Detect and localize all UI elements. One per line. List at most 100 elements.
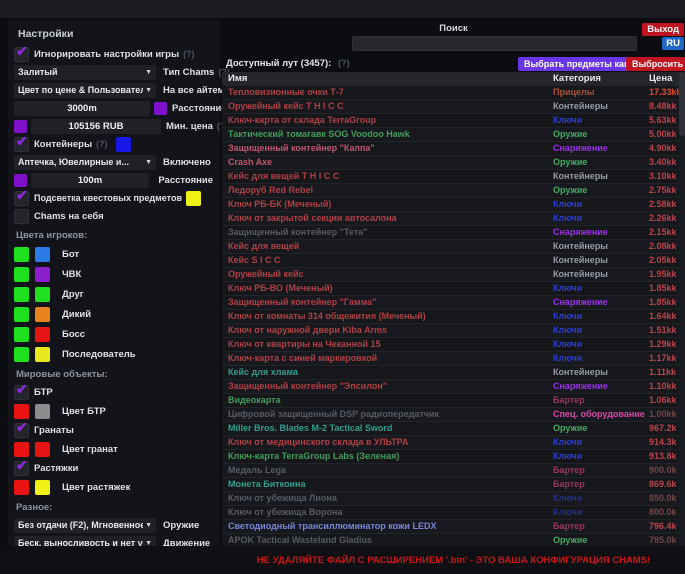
table-row[interactable]: Цифровой защищенный DSP радиопередатчик … [222, 408, 679, 422]
column-category[interactable]: Категория [553, 72, 649, 85]
tripwires-row: ✔ Растяжки [14, 461, 215, 475]
table-row[interactable]: Защищенный контейнер "Эпсилон" Снаряжени… [222, 380, 679, 394]
color-mode-dropdown[interactable]: Цвет по цене & Пользователь ▼ [14, 83, 156, 98]
table-row[interactable]: Ключ-карта TerraGroup Labs (Зеленая) Клю… [222, 450, 679, 464]
grenade-color-swatch-2[interactable] [35, 442, 50, 457]
item-category: Ключи [553, 324, 649, 337]
item-category: Снаряжение [553, 296, 649, 309]
quest-highlight-checkbox[interactable]: ✔ [14, 191, 29, 206]
table-row[interactable]: Медаль Lega Бартер 900.0k [222, 464, 679, 478]
table-row[interactable]: Ключ от убежища Ворона Ключи 800.0k [222, 506, 679, 520]
table-row[interactable]: Кейс для хлама Контейнеры 1.11kk [222, 366, 679, 380]
distance-label: Расстояние [172, 103, 227, 114]
help-hint[interactable]: (?) [96, 139, 108, 149]
table-row[interactable]: Защищенный контейнер "Тета" Снаряжение 2… [222, 226, 679, 240]
scrollbar-thumb[interactable] [679, 72, 685, 136]
table-row[interactable]: Crash Axe Оружие 3.40kk [222, 156, 679, 170]
table-row[interactable]: Монета Биткоина Бартер 869.6k [222, 478, 679, 492]
table-row[interactable]: Ледоруб Red Rebel Оружие 2.75kk [222, 184, 679, 198]
chams-type-dropdown[interactable]: Залитый ▼ [14, 65, 156, 80]
table-row[interactable]: Ключ от квартиры на Чеканной 15 Ключи 1.… [222, 338, 679, 352]
grenades-row: ✔ Гранаты [14, 423, 215, 437]
visible-color-swatch[interactable] [14, 247, 29, 262]
min-price-row: 105156 RUB Мин. цена (?) [14, 119, 215, 133]
loot-title: Доступный лут (3457): [226, 58, 331, 69]
item-category: Ключи [553, 282, 649, 295]
table-row[interactable]: Ключ от закрытой секции автосалона Ключи… [222, 212, 679, 226]
player-color-row: Последователь [14, 346, 215, 362]
grenade-color-swatch-1[interactable] [14, 442, 29, 457]
check-icon: ✔ [16, 384, 28, 394]
chams-self-row: ✔ Chams на себя [14, 209, 215, 223]
table-row[interactable]: Тактический томагавк SOG Voodoo Hawk Ору… [222, 128, 679, 142]
containers-checkbox[interactable]: ✔ [14, 137, 29, 152]
table-row[interactable]: Ключ от убежища Лиона Ключи 850.0k [222, 492, 679, 506]
container-distance-color-swatch[interactable] [14, 174, 27, 187]
drop-all-button[interactable]: Выбросить все [626, 57, 685, 71]
table-row[interactable]: Оружейный кейс Контейнеры 1.95kk [222, 268, 679, 282]
table-row[interactable]: Ключ РБ-БК (Меченый) Ключи 2.58kk [222, 198, 679, 212]
visible-color-swatch[interactable] [14, 267, 29, 282]
help-hint[interactable]: (?) [338, 58, 350, 68]
table-row[interactable]: Защищенный контейнер "Каппа" Снаряжение … [222, 142, 679, 156]
table-row[interactable]: Видеокарта Бартер 1.06kk [222, 394, 679, 408]
table-row[interactable]: Ключ от комнаты 314 общежития (Меченый) … [222, 310, 679, 324]
scrollbar[interactable] [679, 72, 685, 546]
table-row[interactable]: Ключ-карта с синей маркировкой Ключи 1.1… [222, 352, 679, 366]
table-row[interactable]: Ключ РБ-ВО (Меченый) Ключи 1.85kk [222, 282, 679, 296]
tripwire-color-swatch-1[interactable] [14, 480, 29, 495]
quest-color-swatch[interactable] [186, 191, 201, 206]
containers-color-swatch[interactable] [116, 137, 131, 152]
weapon-misc-dropdown[interactable]: Без отдачи (F2), Мгновенное п ▼ [14, 518, 156, 533]
chams-self-checkbox[interactable]: ✔ [14, 209, 29, 224]
table-row[interactable]: Ключ-карта от склада TerraGroup Ключи 5.… [222, 114, 679, 128]
btr-checkbox[interactable]: ✔ [14, 385, 29, 400]
table-row[interactable]: Оружейный кейс T H I C C Контейнеры 8.48… [222, 100, 679, 114]
visible-color-swatch[interactable] [14, 327, 29, 342]
player-type-label: Друг [62, 289, 84, 300]
tripwire-color-swatch-2[interactable] [35, 480, 50, 495]
container-filter-dropdown[interactable]: Аптечка, Ювелирные и... ▼ [14, 155, 156, 170]
min-price-color-swatch[interactable] [14, 120, 27, 133]
hidden-color-swatch[interactable] [35, 347, 50, 362]
tripwires-checkbox[interactable]: ✔ [14, 461, 29, 476]
exit-button[interactable]: Выход [642, 23, 684, 36]
column-name[interactable]: Имя [228, 72, 553, 85]
distance-color-swatch[interactable] [154, 102, 167, 115]
btr-color-swatch-2[interactable] [35, 404, 50, 419]
search-input[interactable] [352, 36, 637, 51]
hidden-color-swatch[interactable] [35, 307, 50, 322]
column-price[interactable]: Цена [649, 72, 680, 85]
table-row[interactable]: Ключ от наружной двери Kiba Arms Ключи 1… [222, 324, 679, 338]
hidden-color-swatch[interactable] [35, 327, 50, 342]
table-row[interactable]: Miller Bros. Blades M-2 Tactical Sword О… [222, 422, 679, 436]
table-row[interactable]: Кейс для вещей T H I C C Контейнеры 3.10… [222, 170, 679, 184]
container-distance-input[interactable]: 100m [31, 173, 149, 188]
table-row[interactable]: Тепловизионные очки Т-7 Прицелы 17.33kk [222, 86, 679, 100]
language-button[interactable]: RU [662, 37, 684, 50]
visible-color-swatch[interactable] [14, 287, 29, 302]
btr-color-swatch-1[interactable] [14, 404, 29, 419]
hidden-color-swatch[interactable] [35, 287, 50, 302]
table-row[interactable]: Кейс S I C C Контейнеры 2.05kk [222, 254, 679, 268]
player-type-label: Дикий [62, 309, 91, 320]
hidden-color-swatch[interactable] [35, 267, 50, 282]
visible-color-swatch[interactable] [14, 307, 29, 322]
item-name: Ключ от квартиры на Чеканной 15 [228, 338, 553, 351]
table-row[interactable]: Кейс для вещей Контейнеры 2.08kk [222, 240, 679, 254]
distance-input[interactable]: 3000m [14, 101, 150, 116]
grenades-checkbox[interactable]: ✔ [14, 423, 29, 438]
hidden-color-swatch[interactable] [35, 247, 50, 262]
min-price-input[interactable]: 105156 RUB [31, 119, 161, 134]
visible-color-swatch[interactable] [14, 347, 29, 362]
title-bar [0, 0, 685, 18]
item-name: Светодиодный трансиллюминатор кожи LEDX [228, 520, 553, 533]
help-hint[interactable]: (?) [183, 49, 195, 59]
table-row[interactable]: Ключ от медицинского склада в УЛЬТРА Клю… [222, 436, 679, 450]
item-category: Ключи [553, 310, 649, 323]
item-category: Ключи [553, 114, 649, 127]
ignore-game-settings-checkbox[interactable]: ✔ [14, 47, 29, 62]
item-name: Кейс для вещей T H I C C [228, 170, 553, 183]
table-row[interactable]: Светодиодный трансиллюминатор кожи LEDX … [222, 520, 679, 534]
table-row[interactable]: Защищенный контейнер "Гамма" Снаряжение … [222, 296, 679, 310]
